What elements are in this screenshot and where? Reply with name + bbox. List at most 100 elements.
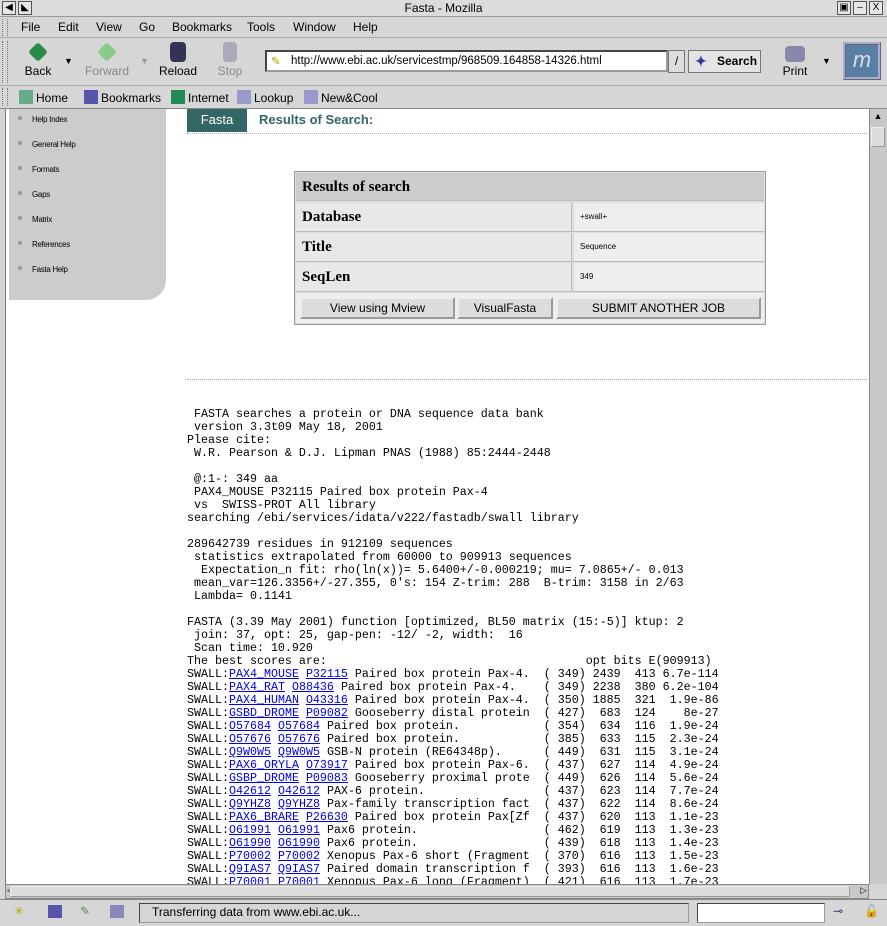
accession-link[interactable]: P70002 [278, 849, 320, 863]
horizontal-scrollbar[interactable]: ◁ ▷ [5, 884, 869, 899]
maximize-button[interactable]: ▣ [837, 1, 851, 15]
entry-id-link[interactable]: PAX4_RAT [229, 680, 285, 694]
entry-id-link[interactable]: Q9IAS7 [229, 862, 271, 876]
scroll-right-icon[interactable]: ▷ [860, 885, 867, 896]
entry-id-link[interactable]: PAX6_BRARE [229, 810, 299, 824]
menu-view[interactable]: View [96, 20, 122, 34]
online-icon[interactable]: ⊸ [833, 904, 843, 918]
stop-button[interactable]: Stop [205, 42, 255, 78]
navigator-icon[interactable]: ✳ [14, 904, 24, 918]
entry-id-link[interactable]: PAX6_ORYLA [229, 758, 299, 772]
menu-tools[interactable]: Tools [247, 20, 275, 34]
window-menu-button[interactable]: ◀ [2, 1, 16, 15]
window-shade-button[interactable]: ◣ [18, 1, 32, 15]
accession-link[interactable]: P32115 [306, 667, 348, 681]
submit-another-job-button[interactable]: SUBMIT ANOTHER JOB [556, 297, 761, 319]
accession-link[interactable]: O88436 [292, 680, 334, 694]
sidebar-item-references[interactable]: References [18, 240, 70, 249]
sidebar-item-gaps[interactable]: Gaps [18, 190, 50, 199]
entry-id-link[interactable]: GSBD_DROME [229, 706, 299, 720]
divider [187, 133, 867, 134]
visualfasta-button[interactable]: VisualFasta [457, 297, 553, 319]
entry-id-link[interactable]: O57684 [229, 719, 271, 733]
entry-id-link[interactable]: PAX4_MOUSE [229, 667, 299, 681]
toolbar-grip[interactable] [2, 88, 8, 106]
composer-icon[interactable]: ✎ [80, 904, 90, 918]
accession-link[interactable]: P26630 [306, 810, 348, 824]
page-proxy-icon[interactable]: ✎ [271, 53, 281, 70]
internet-link[interactable]: Internet [171, 90, 229, 105]
entry-id-link[interactable]: O61991 [229, 823, 271, 837]
home-button[interactable]: Home [19, 90, 68, 105]
toolbar-grip[interactable] [2, 41, 8, 83]
entry-id-link[interactable]: P70002 [229, 849, 271, 863]
sidebar-item-formats[interactable]: Formats [18, 165, 60, 174]
back-button[interactable]: Back [13, 42, 63, 78]
accession-link[interactable]: O57676 [278, 732, 320, 746]
bullet-icon [18, 191, 22, 195]
menu-help[interactable]: Help [353, 20, 378, 34]
scroll-thumb[interactable] [871, 127, 885, 147]
search-button[interactable]: ✦ Search [688, 50, 761, 73]
close-button[interactable]: X [869, 1, 883, 15]
entry-id-link[interactable]: O42612 [229, 784, 271, 798]
accession-link[interactable]: O73917 [306, 758, 348, 772]
security-lock-icon[interactable]: 🔓 [864, 904, 879, 918]
forward-button[interactable]: Forward [80, 42, 134, 78]
sidebar-item-fasta-help[interactable]: Fasta Help [18, 265, 68, 274]
accession-link[interactable]: Q9IAS7 [278, 862, 320, 876]
accession-link[interactable]: O43316 [306, 693, 348, 707]
sidebar-item-general-help[interactable]: General Help [18, 140, 76, 149]
bullet-icon [18, 216, 22, 220]
minimize-button[interactable]: – [853, 1, 867, 15]
print-dropdown-icon[interactable]: ▼ [822, 56, 831, 66]
scroll-thumb[interactable] [10, 886, 850, 897]
menu-file[interactable]: File [21, 20, 40, 34]
entry-id-link[interactable]: P70001 [229, 875, 271, 885]
entry-id-link[interactable]: PAX4_HUMAN [229, 693, 299, 707]
bullet-icon [18, 141, 22, 145]
database-prefix: SWALL: [187, 758, 229, 772]
database-prefix: SWALL: [187, 745, 229, 759]
menu-edit[interactable]: Edit [58, 20, 79, 34]
mail-icon[interactable] [48, 905, 62, 918]
entry-id-link[interactable]: GSBP_DROME [229, 771, 299, 785]
accession-link[interactable]: O61991 [278, 823, 320, 837]
description: Paired box protein Pax-4. [354, 693, 530, 707]
menu-bookmarks[interactable]: Bookmarks [172, 20, 232, 34]
newcool-link[interactable]: New&Cool [304, 90, 378, 105]
forward-dropdown-icon[interactable]: ▼ [140, 56, 149, 66]
entry-id-link[interactable]: O57676 [229, 732, 271, 746]
sidebar-item-help-index[interactable]: Help Index [18, 115, 68, 124]
toolbar-grip[interactable] [2, 19, 8, 36]
accession-link[interactable]: P09083 [306, 771, 348, 785]
print-button[interactable]: Print [770, 42, 820, 78]
accession-link[interactable]: P70001 [278, 875, 320, 885]
address-book-icon[interactable] [110, 905, 124, 918]
url-field[interactable]: ✎ http://www.ebi.ac.uk/servicestmp/968509… [265, 50, 668, 72]
menu-go[interactable]: Go [139, 20, 155, 34]
lookup-link[interactable]: Lookup [237, 90, 293, 105]
stop-icon [223, 42, 237, 62]
menu-window[interactable]: Window [293, 20, 336, 34]
sidebar-item-matrix[interactable]: Matrix [18, 215, 52, 224]
entry-id-link[interactable]: O61990 [229, 836, 271, 850]
mozilla-logo[interactable]: m [843, 42, 881, 80]
reload-button[interactable]: Reload [153, 42, 203, 78]
bookmarks-button[interactable]: Bookmarks [84, 90, 161, 105]
accession-link[interactable]: Q9YHZ8 [278, 797, 320, 811]
database-prefix: SWALL: [187, 797, 229, 811]
accession-link[interactable]: O61990 [278, 836, 320, 850]
accession-link[interactable]: O42612 [278, 784, 320, 798]
accession-link[interactable]: P09082 [306, 706, 348, 720]
scroll-up-icon[interactable]: ▲ [871, 111, 885, 125]
accession-link[interactable]: O57684 [278, 719, 320, 733]
accession-link[interactable]: Q9W0W5 [278, 745, 320, 759]
entry-id-link[interactable]: Q9W0W5 [229, 745, 271, 759]
url-dropdown-button[interactable]: / [668, 50, 685, 73]
vertical-scrollbar[interactable]: ▲ [869, 109, 887, 884]
back-dropdown-icon[interactable]: ▼ [64, 56, 73, 66]
view-mview-button[interactable]: View using Mview [300, 297, 455, 319]
seq-length: 421 [557, 875, 579, 885]
entry-id-link[interactable]: Q9YHZ8 [229, 797, 271, 811]
